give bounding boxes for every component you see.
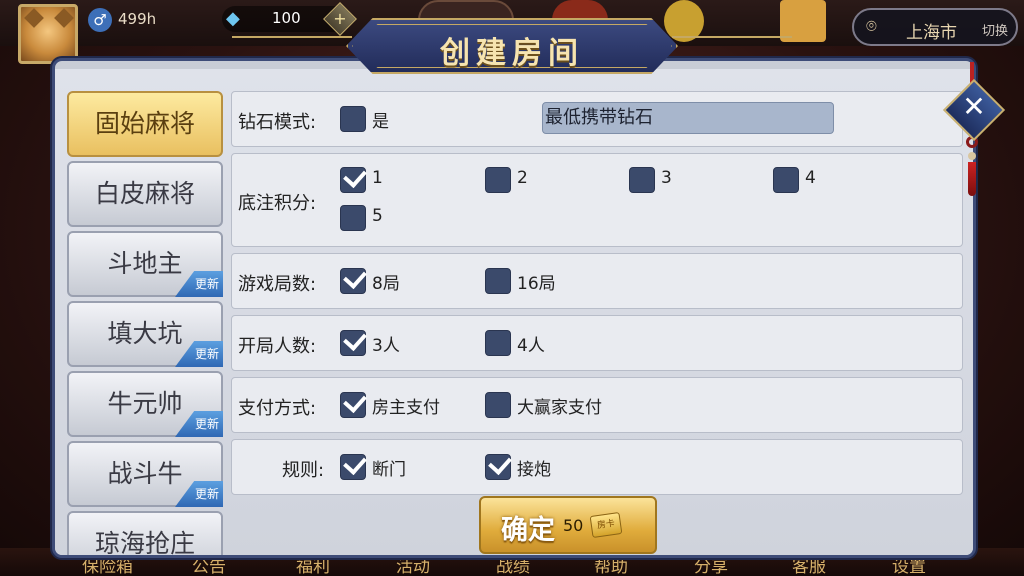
diamond-icon: ◆ [226, 8, 240, 29]
diamond-balance: ◆ 100 + [222, 2, 357, 36]
game-tab-label: 白皮麻将 [94, 179, 195, 208]
checkbox-unchecked[interactable] [340, 205, 366, 231]
rounds-label: 游戏局数: [238, 274, 317, 295]
diamond-count: 100 [272, 9, 301, 27]
option-label: 16局 [517, 274, 556, 294]
players-option-3[interactable]: 3人 [340, 330, 430, 356]
game-tab-label: 战斗牛 [107, 459, 183, 488]
rule-option-duanmen[interactable]: 断门 [340, 454, 430, 480]
rule-option-jiepao[interactable]: 接炮 [485, 454, 575, 480]
checkbox-unchecked[interactable] [485, 167, 511, 193]
checkbox-unchecked[interactable] [485, 330, 511, 356]
title-banner: 创建房间 [346, 18, 678, 74]
checkbox-checked[interactable] [340, 454, 366, 480]
base-score-option-3[interactable]: 3 [629, 167, 689, 193]
checkbox-checked[interactable] [340, 392, 366, 418]
rounds-option-16[interactable]: 16局 [485, 268, 575, 294]
option-label: 房主支付 [372, 398, 440, 418]
game-tab-doudizhu[interactable]: 斗地主 更新 [67, 231, 223, 297]
game-tab-label: 牛元帅 [107, 389, 183, 418]
option-label: 断门 [372, 460, 406, 480]
base-score-label: 底注积分: [238, 193, 317, 214]
checkbox-checked[interactable] [485, 454, 511, 480]
title-ornament-right [672, 36, 792, 46]
game-tab-label: 琼海抢庄 [94, 529, 195, 558]
option-label: 4人 [517, 336, 545, 356]
checkbox-checked[interactable] [340, 268, 366, 294]
city-name: 上海市 [906, 23, 957, 43]
diamond-mode-label: 钻石模式: [238, 112, 317, 133]
option-label: 2 [517, 168, 528, 188]
option-label: 大赢家支付 [517, 398, 602, 418]
diamond-mode-checkbox[interactable] [340, 106, 366, 132]
option-label: 1 [372, 168, 383, 188]
checkbox-unchecked[interactable] [485, 392, 511, 418]
diamond-mode-option-label: 是 [372, 112, 389, 132]
add-diamond-button[interactable]: + [323, 2, 357, 36]
players-label: 开局人数: [238, 336, 317, 357]
male-icon: ♂ [88, 8, 112, 32]
rules-row: 规则: 断门 接炮 [231, 439, 963, 495]
game-tab-baipi-mahjong[interactable]: 白皮麻将 [67, 161, 223, 227]
payment-label: 支付方式: [238, 398, 317, 419]
players-option-4[interactable]: 4人 [485, 330, 575, 356]
players-row: 开局人数: 3人 4人 [231, 315, 963, 371]
base-score-option-2[interactable]: 2 [485, 167, 545, 193]
game-tab-niuyuanshuai[interactable]: 牛元帅 更新 [67, 371, 223, 437]
close-icon: ✕ [962, 90, 986, 123]
room-card-cost: 50 [563, 516, 584, 535]
modal-title: 创建房间 [440, 36, 584, 71]
confirm-label: 确定 [501, 515, 555, 546]
diamond-mode-row: 钻石模式: 是 最低携带钻石 [231, 91, 963, 147]
option-label: 5 [372, 206, 383, 226]
payment-row: 支付方式: 房主支付 大赢家支付 [231, 377, 963, 433]
game-tab-qionghai[interactable]: 琼海抢庄 [67, 511, 223, 558]
checkbox-unchecked[interactable] [485, 268, 511, 294]
game-list[interactable]: 固始麻将 白皮麻将 斗地主 更新 填大坑 更新 牛元帅 更新 战斗牛 更新 琼海… [65, 91, 225, 558]
game-tab-label: 斗地主 [107, 249, 183, 278]
option-label: 8局 [372, 274, 400, 294]
checkbox-unchecked[interactable] [629, 167, 655, 193]
avatar-ear-right [54, 8, 74, 28]
switch-city-link[interactable]: 切换 [982, 20, 1008, 39]
rules-label: 规则: [282, 460, 325, 481]
close-button[interactable]: ✕ [942, 78, 1006, 142]
base-score-row: 底注积分: 1 2 3 4 5 [231, 153, 963, 247]
tassel-thread [968, 162, 976, 196]
game-tab-gushi-mahjong[interactable]: 固始麻将 [67, 91, 223, 157]
diamond-mode-option[interactable]: 是 [340, 106, 400, 132]
confirm-button[interactable]: 确定 50 房卡 [479, 496, 657, 554]
dialog-body: 固始麻将 白皮麻将 斗地主 更新 填大坑 更新 牛元帅 更新 战斗牛 更新 琼海… [55, 69, 973, 555]
avatar[interactable] [18, 4, 78, 64]
tassel-ornament [966, 136, 978, 200]
rounds-row: 游戏局数: 8局 16局 [231, 253, 963, 309]
rounds-option-8[interactable]: 8局 [340, 268, 430, 294]
avatar-ear-left [24, 8, 44, 28]
option-label: 接炮 [517, 460, 551, 480]
location-pin-icon: ⌾ [866, 16, 877, 37]
title-ornament-left [232, 36, 352, 46]
game-tab-tiandakeng[interactable]: 填大坑 更新 [67, 301, 223, 367]
play-hours: 499h [118, 10, 157, 28]
room-card-icon: 房卡 [589, 512, 623, 538]
location-selector[interactable]: ⌾ 上海市 切换 [852, 8, 1018, 46]
create-room-dialog: 固始麻将 白皮麻将 斗地主 更新 填大坑 更新 牛元帅 更新 战斗牛 更新 琼海… [52, 58, 976, 558]
game-tab-zhandouniu[interactable]: 战斗牛 更新 [67, 441, 223, 507]
min-diamond-field[interactable]: 最低携带钻石 [542, 102, 834, 134]
option-label: 3 [661, 168, 672, 188]
payment-option-winner[interactable]: 大赢家支付 [485, 392, 625, 418]
base-score-option-4[interactable]: 4 [773, 167, 833, 193]
plus-icon: + [333, 9, 347, 28]
payment-option-owner[interactable]: 房主支付 [340, 392, 460, 418]
checkbox-checked[interactable] [340, 167, 366, 193]
tassel-bead [968, 152, 976, 160]
checkbox-unchecked[interactable] [773, 167, 799, 193]
base-score-option-1[interactable]: 1 [340, 167, 400, 193]
option-label: 3人 [372, 336, 400, 356]
game-tab-label: 固始麻将 [94, 109, 195, 138]
game-tab-label: 填大坑 [107, 319, 183, 348]
option-label: 4 [805, 168, 816, 188]
checkbox-checked[interactable] [340, 330, 366, 356]
base-score-option-5[interactable]: 5 [340, 205, 400, 231]
